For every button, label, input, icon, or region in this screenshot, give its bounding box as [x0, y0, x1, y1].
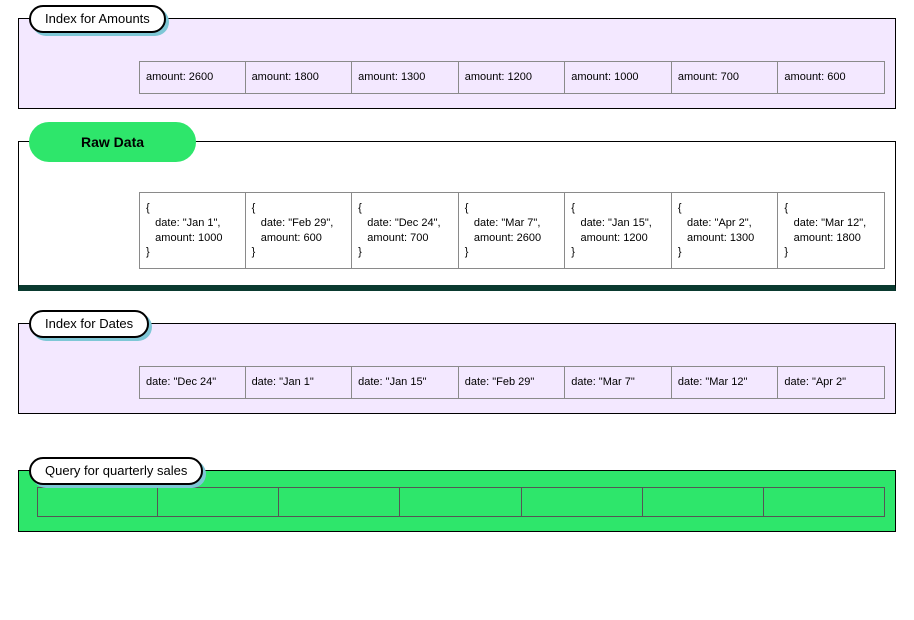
index-dates-panel: Index for Dates date: "Dec 24" date: "Ja… [18, 323, 896, 414]
raw-data-cell: { date: "Jan 1", amount: 1000 } [139, 192, 246, 269]
index-date-cell: date: "Apr 2" [778, 366, 885, 399]
index-amount-cell: amount: 1200 [459, 61, 566, 94]
raw-data-panel: Raw Data { date: "Jan 1", amount: 1000 }… [18, 141, 896, 291]
index-date-cell: date: "Jan 15" [352, 366, 459, 399]
query-title: Query for quarterly sales [29, 457, 203, 485]
index-dates-row: date: "Dec 24" date: "Jan 1" date: "Jan … [139, 366, 885, 399]
raw-data-cell: { date: "Feb 29", amount: 600 } [246, 192, 353, 269]
query-cell [279, 487, 400, 517]
query-cell [400, 487, 521, 517]
index-date-cell: date: "Jan 1" [246, 366, 353, 399]
index-amount-cell: amount: 1800 [246, 61, 353, 94]
query-cell [522, 487, 643, 517]
index-amount-cell: amount: 1000 [565, 61, 672, 94]
index-date-cell: date: "Mar 12" [672, 366, 779, 399]
index-amounts-panel: Index for Amounts amount: 2600 amount: 1… [18, 18, 896, 109]
index-date-cell: date: "Mar 7" [565, 366, 672, 399]
query-cell [37, 487, 158, 517]
query-cell [158, 487, 279, 517]
query-row [37, 487, 885, 517]
index-amount-cell: amount: 2600 [139, 61, 246, 94]
query-cell [764, 487, 885, 517]
index-amount-cell: amount: 700 [672, 61, 779, 94]
raw-data-cell: { date: "Apr 2", amount: 1300 } [672, 192, 779, 269]
raw-data-cell: { date: "Jan 15", amount: 1200 } [565, 192, 672, 269]
index-amounts-title: Index for Amounts [29, 5, 166, 33]
index-dates-title: Index for Dates [29, 310, 149, 338]
index-amount-cell: amount: 1300 [352, 61, 459, 94]
index-amounts-row: amount: 2600 amount: 1800 amount: 1300 a… [139, 61, 885, 94]
raw-data-cell: { date: "Mar 7", amount: 2600 } [459, 192, 566, 269]
index-amount-cell: amount: 600 [778, 61, 885, 94]
index-date-cell: date: "Dec 24" [139, 366, 246, 399]
raw-data-cell: { date: "Dec 24", amount: 700 } [352, 192, 459, 269]
index-date-cell: date: "Feb 29" [459, 366, 566, 399]
query-panel: Query for quarterly sales [18, 470, 896, 532]
raw-data-cell: { date: "Mar 12", amount: 1800 } [778, 192, 885, 269]
raw-data-row: { date: "Jan 1", amount: 1000 } { date: … [139, 192, 885, 269]
query-cell [643, 487, 764, 517]
raw-data-title: Raw Data [29, 122, 196, 162]
